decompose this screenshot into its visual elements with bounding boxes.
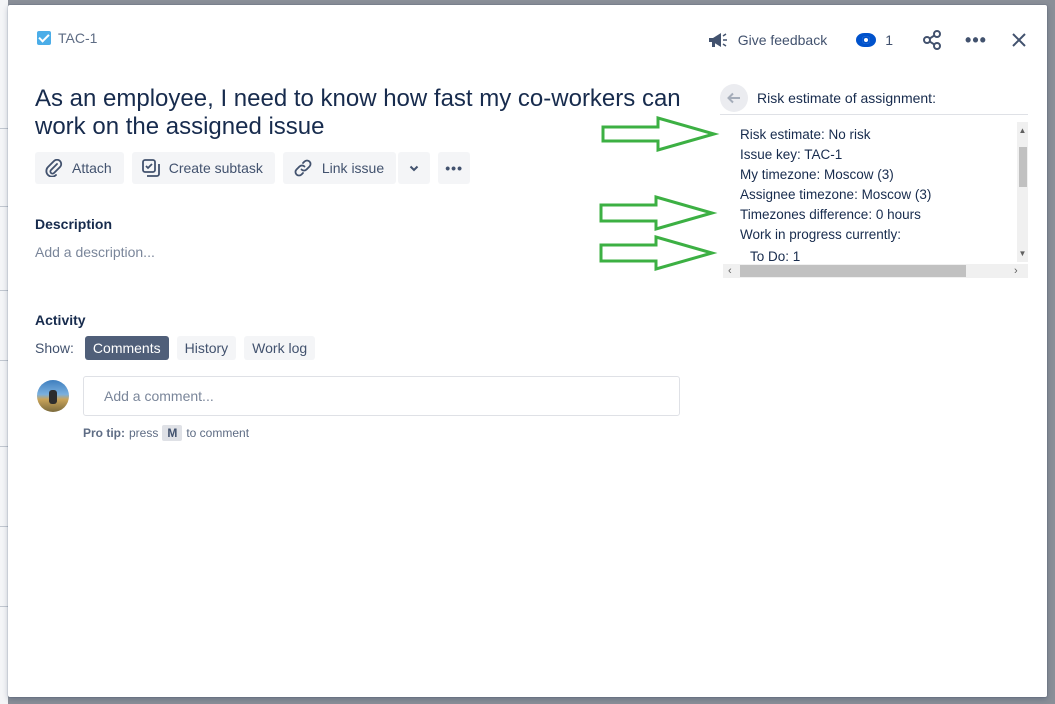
risk-content: Risk estimate: No risk Issue key: TAC-1 … [740,125,931,267]
my-timezone-line: My timezone: Moscow (3) [740,167,894,182]
scroll-left-icon[interactable]: ‹ [728,264,732,278]
bg-divider [0,290,8,291]
timezone-difference-line: Timezones difference: 0 hours [740,207,921,222]
tab-comments[interactable]: Comments [84,336,169,360]
close-button[interactable] [1005,26,1033,54]
comment-placeholder: Add a comment... [104,388,214,404]
bg-divider [0,128,8,129]
background-page [0,0,8,704]
back-arrow-icon [727,92,740,103]
issue-modal: TAC-1 Give feedback 1 ••• As an employee… [8,5,1047,697]
give-feedback-label: Give feedback [737,32,828,48]
link-issue-button[interactable]: Link issue [282,152,397,184]
scroll-right-icon[interactable]: › [1014,264,1018,278]
risk-panel-header: Risk estimate of assignment: [720,81,1028,115]
paperclip-icon [45,159,63,177]
scroll-up-icon[interactable]: ▲ [1018,126,1027,135]
avatar [37,380,69,412]
issue-title[interactable]: As an employee, I need to know how fast … [35,85,695,141]
horizontal-scroll-thumb[interactable] [740,265,966,277]
attach-button[interactable]: Attach [35,152,124,184]
create-subtask-button[interactable]: Create subtask [131,152,275,184]
work-in-progress-line: Work in progress currently: [740,227,902,242]
vertical-scrollbar[interactable]: ▲ ▼ [1017,122,1028,262]
pro-tip-post: to comment [186,426,250,440]
bg-divider [0,206,8,207]
watch-count: 1 [885,32,893,48]
pro-tip-key: M [162,425,183,441]
pro-tip-label: Pro tip: [83,426,125,440]
description-field[interactable]: Add a description... [35,244,155,260]
attach-label: Attach [72,160,112,176]
header-actions: Give feedback 1 ••• [707,26,1033,54]
back-button[interactable] [720,83,748,112]
show-label: Show: [35,340,74,356]
annotation-arrow-icon [601,116,720,152]
subtask-icon [141,159,160,177]
more-actions-button[interactable]: ••• [438,152,471,184]
link-icon [294,159,312,177]
share-button[interactable] [918,26,946,54]
bg-divider [0,606,8,607]
megaphone-icon [708,33,727,47]
activity-filter: Show: Comments History Work log [35,336,316,360]
link-issue-dropdown[interactable] [398,152,431,184]
close-icon [1012,33,1026,47]
give-feedback-button[interactable]: Give feedback [707,31,828,49]
link-issue-group: Link issue [282,152,431,184]
chevron-down-icon [409,165,419,172]
tab-work-log[interactable]: Work log [244,336,316,360]
assignee-timezone-line: Assignee timezone: Moscow (3) [740,187,932,202]
risk-panel-title: Risk estimate of assignment: [757,89,936,106]
issue-toolbar: Attach Create subtask Link issue ••• [35,152,471,184]
annotation-arrow-icon [599,235,718,271]
scroll-down-icon[interactable]: ▼ [1018,249,1027,258]
link-issue-label: Link issue [321,160,385,176]
watch-button[interactable]: 1 [856,32,893,48]
eye-icon [856,33,877,47]
bg-divider [0,526,8,527]
activity-heading: Activity [35,312,86,328]
risk-estimate-frame: Risk estimate: No risk Issue key: TAC-1 … [723,122,1028,278]
more-icon[interactable]: ••• [962,26,990,54]
tab-history[interactable]: History [176,336,237,360]
risk-estimate-line: Risk estimate: No risk [740,127,871,142]
comment-input[interactable]: Add a comment... [83,376,680,416]
bg-divider [0,446,8,447]
issue-key-label[interactable]: TAC-1 [58,30,97,46]
pro-tip-pre: press [129,426,159,440]
create-subtask-label: Create subtask [168,160,263,176]
issue-key-line: Issue key: TAC-1 [740,147,843,162]
horizontal-scrollbar[interactable]: ‹ › [723,264,1028,278]
bg-divider [0,360,8,361]
vertical-scroll-thumb[interactable] [1019,147,1027,187]
description-heading: Description [35,216,113,232]
task-icon [37,31,51,45]
issue-breadcrumb[interactable]: TAC-1 [37,30,97,46]
annotation-arrow-icon [599,195,718,231]
share-icon [923,30,941,50]
pro-tip: Pro tip: press M to comment [83,425,249,441]
